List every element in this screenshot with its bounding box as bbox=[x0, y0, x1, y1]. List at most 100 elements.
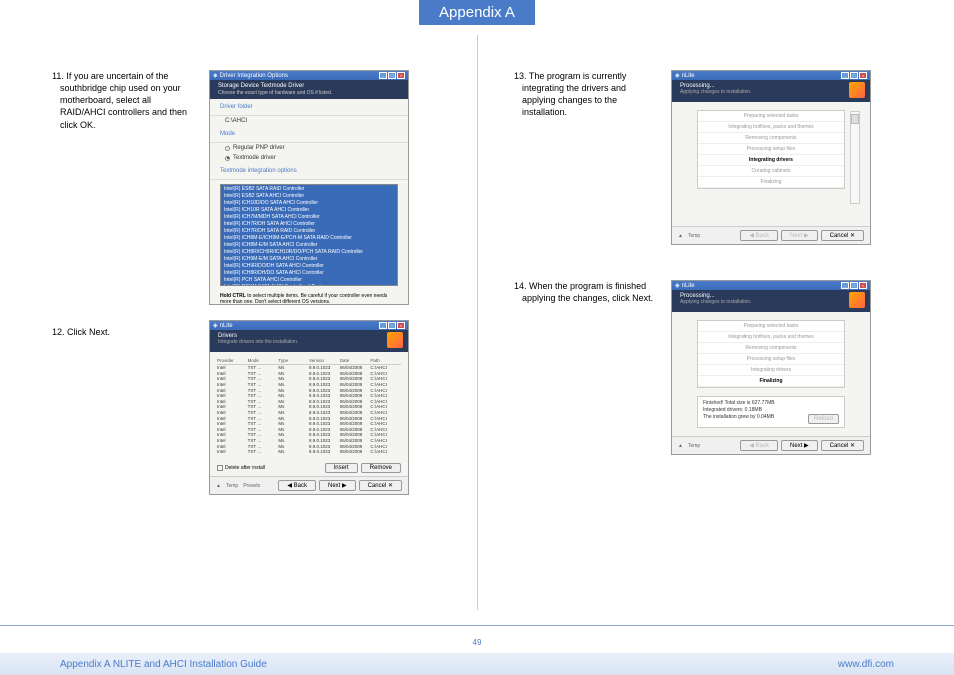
list-item[interactable]: Intel(R) ICH7M/MDH SATA AHCI Controller bbox=[221, 213, 397, 220]
step-11-text: 11. If you are uncertain of the southbri… bbox=[60, 70, 195, 305]
list-item[interactable]: Intel(R) ICH7R/DH SATA RAID Controller bbox=[221, 227, 397, 234]
list-item[interactable]: Intel(R) ICH8M-E/ICH9M-E/PCH-M SATA RAID… bbox=[221, 234, 397, 241]
list-item[interactable]: Intel(R) ICH9R/DO/DH SATA AHCI Controlle… bbox=[221, 262, 397, 269]
dialog-subheading: Choose the exact type of hardware and OS… bbox=[218, 90, 400, 96]
hint-text: Hold CTRL to select multiple items. Be c… bbox=[210, 290, 408, 305]
table-row[interactable]: IntelTXT ...Ms8.9.0.102306/04/2009C:\AHC… bbox=[217, 399, 401, 405]
app-icon: ◈ bbox=[213, 72, 218, 79]
table-row[interactable]: IntelTXT ...Ms8.9.0.102306/04/2009C:\AHC… bbox=[217, 410, 401, 416]
list-item[interactable]: Intel(R) ICH8R/ICH9R/ICH10R/DO/PCH SATA … bbox=[221, 248, 397, 255]
table-row[interactable]: IntelTXT ...Ms8.9.0.102306/04/2009C:\AHC… bbox=[217, 415, 401, 421]
close-icon[interactable]: × bbox=[397, 72, 405, 79]
close-icon[interactable]: × bbox=[397, 322, 405, 329]
screenshot-13: ◈ nLite _ □ × Processing... Applying cha… bbox=[671, 70, 871, 245]
nlite-icon bbox=[849, 82, 865, 98]
insert-button[interactable]: Insert bbox=[325, 463, 358, 473]
app-icon: ◈ bbox=[675, 282, 680, 289]
radio-regular[interactable]: Regular PNP driver bbox=[210, 143, 408, 153]
cancel-button[interactable]: Cancel ✕ bbox=[821, 230, 864, 241]
controller-list[interactable]: Intel(R) ESB2 SATA RAID ControllerIntel(… bbox=[220, 184, 398, 286]
progress-step: Integrating drivers bbox=[698, 155, 844, 166]
table-row[interactable]: IntelTXT ...Ms8.9.0.102306/04/2009C:\AHC… bbox=[217, 443, 401, 449]
list-item[interactable]: Intel(R) ICH10R SATA AHCI Controller bbox=[221, 206, 397, 213]
progress-step: Removing components bbox=[698, 133, 844, 144]
close-icon[interactable]: × bbox=[859, 282, 867, 289]
step-13-text: 13. The program is currently integrating… bbox=[522, 70, 657, 245]
folder-path: C:\AHCI bbox=[210, 116, 408, 126]
result-summary: Finished! Total size is 627.77MB Integra… bbox=[697, 396, 845, 428]
temp-icon: ▲ bbox=[678, 233, 683, 239]
maximize-icon[interactable]: □ bbox=[388, 72, 396, 79]
titlebar: ◈ Driver Integration Options _ □ × bbox=[210, 71, 408, 80]
list-item[interactable]: Intel(R) ESB2 SATA AHCI Controller bbox=[221, 192, 397, 199]
minimize-icon[interactable]: _ bbox=[379, 72, 387, 79]
radio-textmode[interactable]: Textmode driver bbox=[210, 153, 408, 163]
progress-step: Finalizing bbox=[698, 177, 844, 188]
step-14-text: 14. When the program is finished applyin… bbox=[522, 280, 657, 455]
temp-icon: ▲ bbox=[678, 443, 683, 449]
list-item[interactable]: Intel(R) ICH10D/DO SATA AHCI Controller bbox=[221, 199, 397, 206]
maximize-icon[interactable]: □ bbox=[388, 322, 396, 329]
progress-step: Preparing selected tasks bbox=[698, 111, 844, 122]
next-button[interactable]: Next ▶ bbox=[781, 440, 818, 451]
next-button[interactable]: Next ▶ bbox=[319, 480, 356, 491]
list-item[interactable]: Intel(R) ICH9M-E/M SATA AHCI Controller bbox=[221, 255, 397, 262]
progress-step: Creating cabinets bbox=[698, 166, 844, 177]
app-icon: ◈ bbox=[213, 322, 218, 329]
nlite-icon bbox=[849, 292, 865, 308]
back-button[interactable]: ◀ Back bbox=[278, 480, 316, 491]
progress-step: Processing setup files bbox=[698, 354, 844, 365]
cancel-button[interactable]: Cancel ✕ bbox=[359, 480, 402, 491]
list-item[interactable]: Intel(R) ESB2 SATA RAID Controller bbox=[221, 185, 397, 192]
progress-step: Integrating hotfixes, packs and themes bbox=[698, 332, 844, 343]
back-button: ◀ Back bbox=[740, 440, 778, 451]
table-row[interactable]: IntelTXT ...Ms8.9.0.102306/04/2009C:\AHC… bbox=[217, 376, 401, 382]
list-item[interactable]: Intel(R) PCHM SATA AHCI Controller 4 Por… bbox=[221, 283, 397, 286]
dialog-heading: Storage Device Textmode Driver bbox=[218, 83, 400, 89]
screenshot-12: ◈ nLite _ □ × Drivers Integrate drivers … bbox=[209, 320, 409, 495]
table-row[interactable]: IntelTXT ...Ms8.9.0.102306/04/2009C:\AHC… bbox=[217, 404, 401, 410]
scrollbar[interactable] bbox=[850, 111, 860, 204]
table-row[interactable]: IntelTXT ...Ms8.9.0.102306/04/2009C:\AHC… bbox=[217, 438, 401, 444]
back-button: ◀ Back bbox=[740, 230, 778, 241]
progress-step: Finalizing bbox=[698, 376, 844, 387]
table-row[interactable]: IntelTXT ...Ms8.9.0.102306/04/2009C:\AHC… bbox=[217, 449, 401, 455]
list-item[interactable]: Intel(R) ICH8M-E/M SATA AHCI Controller bbox=[221, 241, 397, 248]
temp-label: Temp bbox=[226, 483, 238, 489]
screenshot-11: ◈ Driver Integration Options _ □ × Stora… bbox=[209, 70, 409, 305]
table-row[interactable]: IntelTXT ...Ms8.9.0.102306/04/2009C:\AHC… bbox=[217, 387, 401, 393]
progress-step: Integrating drivers bbox=[698, 365, 844, 376]
table-row[interactable]: IntelTXT ...Ms8.9.0.102306/04/2009C:\AHC… bbox=[217, 393, 401, 399]
minimize-icon[interactable]: _ bbox=[841, 282, 849, 289]
page-divider bbox=[477, 35, 478, 610]
table-row[interactable]: IntelTXT ...Ms8.9.0.102306/04/2009C:\AHC… bbox=[217, 432, 401, 438]
temp-label: Temp bbox=[688, 233, 700, 239]
footer-url: www.dfi.com bbox=[838, 659, 894, 670]
table-row[interactable]: IntelTXT ...Ms8.9.0.102306/04/2009C:\AHC… bbox=[217, 365, 401, 371]
list-item[interactable]: Intel(R) ICH8R/DH/DO SATA AHCI Controlle… bbox=[221, 269, 397, 276]
list-item[interactable]: Intel(R) PCH SATA AHCI Controller bbox=[221, 276, 397, 283]
remove-button[interactable]: Remove bbox=[361, 463, 401, 473]
delete-after-checkbox[interactable]: Delete after install bbox=[217, 465, 265, 471]
close-icon[interactable]: × bbox=[859, 72, 867, 79]
list-item[interactable]: Intel(R) ICH7R/DH SATA AHCI Controller bbox=[221, 220, 397, 227]
titlebar: ◈ nLite _ □ × bbox=[210, 321, 408, 330]
minimize-icon[interactable]: _ bbox=[841, 72, 849, 79]
page-number: 49 bbox=[473, 638, 482, 647]
maximize-icon[interactable]: □ bbox=[850, 282, 858, 289]
step-12-text: 12. Click Next. bbox=[60, 326, 195, 495]
nlite-icon bbox=[387, 332, 403, 348]
section-label: Driver folder bbox=[210, 99, 408, 116]
minimize-icon[interactable]: _ bbox=[379, 322, 387, 329]
maximize-icon[interactable]: □ bbox=[850, 72, 858, 79]
header-appendix-tab: Appendix A bbox=[419, 0, 535, 25]
cancel-button[interactable]: Cancel ✕ bbox=[821, 440, 864, 451]
titlebar: ◈ nLite _ □ × bbox=[672, 71, 870, 80]
table-row[interactable]: IntelTXT ...Ms8.9.0.102306/04/2009C:\AHC… bbox=[217, 427, 401, 433]
table-row[interactable]: IntelTXT ...Ms8.9.0.102306/04/2009C:\AHC… bbox=[217, 371, 401, 377]
table-row[interactable]: IntelTXT ...Ms8.9.0.102306/04/2009C:\AHC… bbox=[217, 382, 401, 388]
progress-step: Removing components bbox=[698, 343, 844, 354]
presets-label: Presets bbox=[243, 483, 260, 489]
panel-subheading: Applying changes to installation. bbox=[680, 299, 862, 305]
table-row[interactable]: IntelTXT ...Ms8.9.0.102306/04/2009C:\AHC… bbox=[217, 421, 401, 427]
